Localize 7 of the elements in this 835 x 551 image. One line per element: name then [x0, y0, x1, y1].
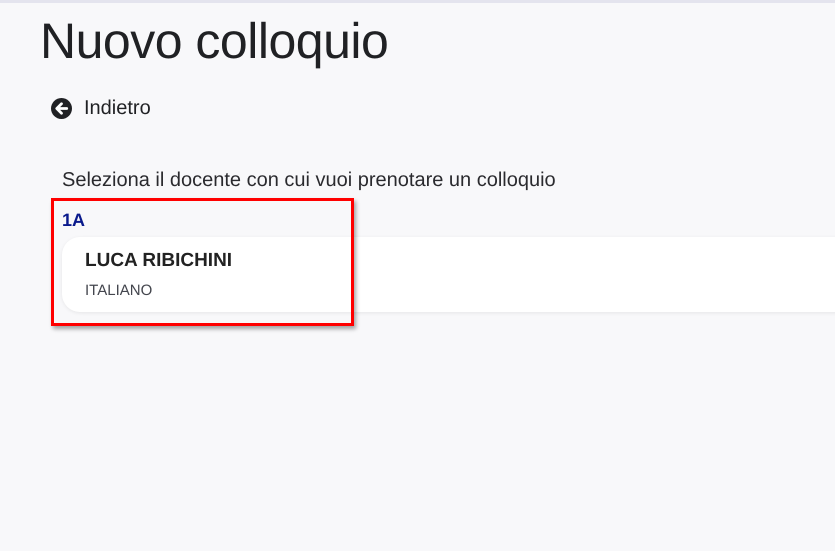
teacher-name: LUCA RIBICHINI	[85, 249, 234, 273]
instruction-text: Seleziona il docente con cui vuoi prenotare un colloquio	[62, 168, 557, 193]
class-label: 1A	[62, 209, 86, 231]
page-title: Nuovo colloquio	[40, 12, 390, 71]
teacher-card[interactable]: LUCA RIBICHINI ITALIANO	[62, 237, 835, 312]
back-link[interactable]: Indietro	[51, 97, 151, 120]
teacher-subject: ITALIANO	[85, 281, 154, 301]
